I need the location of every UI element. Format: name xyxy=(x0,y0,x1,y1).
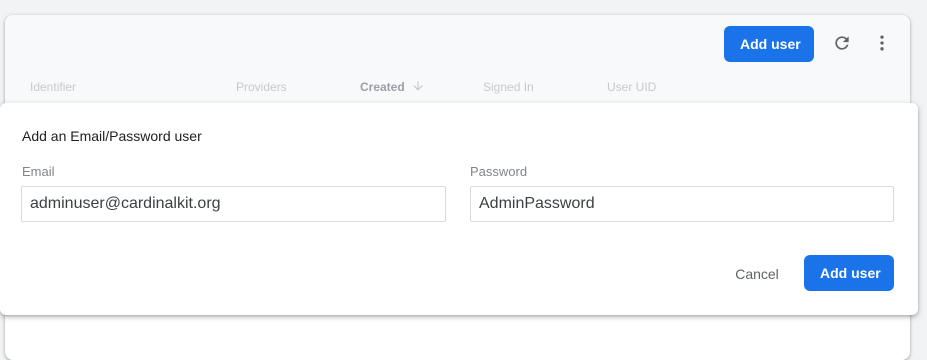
column-header-providers[interactable]: Providers xyxy=(236,80,287,94)
column-header-created[interactable]: Created xyxy=(360,80,405,94)
password-label: Password xyxy=(470,164,528,179)
cancel-button[interactable]: Cancel xyxy=(719,255,795,291)
users-table-header: Identifier Providers Created Signed In U… xyxy=(5,72,910,102)
refresh-icon xyxy=(835,36,849,50)
more-vert-icon xyxy=(880,35,884,51)
refresh-button[interactable] xyxy=(828,29,856,57)
column-header-identifier[interactable]: Identifier xyxy=(30,80,76,94)
column-header-user-uid[interactable]: User UID xyxy=(607,80,656,94)
add-user-button[interactable]: Add user xyxy=(724,26,814,62)
email-field[interactable] xyxy=(21,186,446,222)
users-toolbar: Add user xyxy=(5,15,910,72)
add-user-dialog: Add an Email/Password user Email Passwor… xyxy=(0,103,918,315)
more-options-button[interactable] xyxy=(868,29,896,57)
submit-add-user-button[interactable]: Add user xyxy=(804,255,894,291)
email-label: Email xyxy=(22,164,55,179)
dialog-title: Add an Email/Password user xyxy=(22,128,202,144)
password-field[interactable] xyxy=(470,186,894,222)
arrow-down-icon xyxy=(413,81,423,91)
column-header-signed-in[interactable]: Signed In xyxy=(483,80,534,94)
